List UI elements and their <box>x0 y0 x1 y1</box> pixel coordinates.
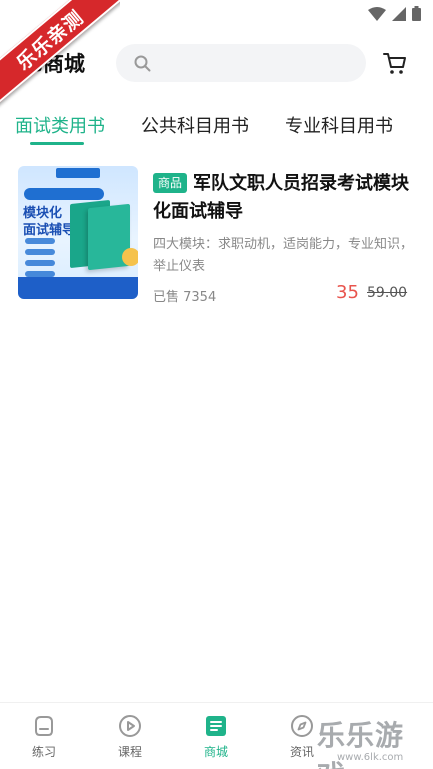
product-title-text: 军队文职人员招录考试模块化面试辅导 <box>153 173 410 222</box>
ribbon-band: 乐乐亲测 <box>0 0 120 107</box>
sold-count: 已售 7354 <box>153 290 217 305</box>
cart-button[interactable] <box>382 50 410 78</box>
cover-tag <box>24 188 104 200</box>
practice-icon <box>35 716 53 736</box>
original-price: 59.00 <box>367 285 408 301</box>
product-type-badge: 商品 <box>153 173 188 193</box>
ribbon-watermark: 乐乐亲测 <box>0 0 120 110</box>
cover-seal <box>122 248 138 266</box>
status-icons <box>368 6 421 21</box>
cover-logo <box>56 168 100 178</box>
cart-icon <box>383 53 406 74</box>
search-icon <box>134 55 151 72</box>
product-info: 商品 军队文职人员招录考试模块化面试辅导 四大模块：求职动机，适岗能力，专业知识，… <box>153 170 413 278</box>
corner-watermark-url: www.6lk.com <box>337 752 404 763</box>
signal-icon <box>392 6 406 21</box>
wifi-icon <box>368 6 386 21</box>
book-store-icon <box>206 716 226 736</box>
tab-professional-subject-books[interactable]: 专业科目用书 <box>285 112 393 138</box>
nav-item-store[interactable]: 商城 <box>186 713 246 760</box>
search-input[interactable] <box>116 44 366 82</box>
cover-list <box>25 238 55 282</box>
ribbon-text: 乐乐亲测 <box>12 6 88 75</box>
tab-public-subject-books[interactable]: 公共科目用书 <box>141 112 249 138</box>
cover-banner <box>18 277 138 299</box>
product-title: 商品 军队文职人员招录考试模块化面试辅导 <box>153 170 413 226</box>
corner-watermark: 乐乐游戏 www.6lk.com <box>311 712 431 769</box>
nav-label-courses: 课程 <box>117 745 142 759</box>
cover-title-line2: 面试辅导 <box>23 223 76 238</box>
product-cover-image: 模块化 面试辅导 <box>18 166 138 299</box>
nav-label-practice: 练习 <box>31 745 56 759</box>
tab-interview-books[interactable]: 面试类用书 <box>15 112 105 138</box>
active-tab-indicator <box>30 142 84 145</box>
price: 35 <box>336 282 359 303</box>
battery-icon <box>412 6 421 21</box>
product-description: 四大模块：求职动机，适岗能力，专业知识，举止仪表 <box>153 237 414 274</box>
category-tabs: 面试类用书 公共科目用书 专业科目用书 <box>0 106 433 150</box>
play-circle-icon <box>119 715 141 737</box>
nav-item-courses[interactable]: 课程 <box>100 713 160 760</box>
product-card[interactable]: 模块化 面试辅导 商品 军队文职人员招录考试模块化面试辅导 四大模块：求职动机，适… <box>16 166 416 305</box>
nav-label-store: 商城 <box>203 745 228 759</box>
app-screen: 乐乐亲测 书商城 面试类用书 公共科目用书 专业科目用书 模块化 面试辅导 商品… <box>0 0 433 769</box>
nav-item-practice[interactable]: 练习 <box>14 713 74 760</box>
